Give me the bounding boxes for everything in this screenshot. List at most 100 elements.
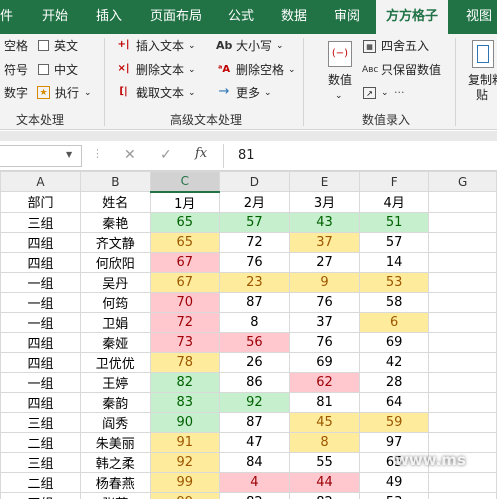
- cell[interactable]: 82: [149, 371, 220, 393]
- cell[interactable]: 84: [218, 451, 290, 473]
- cell[interactable]: 二组: [0, 431, 81, 453]
- cell[interactable]: 67: [149, 271, 220, 293]
- cell[interactable]: 45: [288, 411, 361, 433]
- tab-formulas[interactable]: 公式: [228, 0, 258, 34]
- cell[interactable]: 57: [218, 211, 290, 233]
- cell[interactable]: 8: [218, 311, 290, 333]
- cell[interactable]: 四组: [0, 231, 81, 253]
- cell[interactable]: 99: [149, 471, 220, 493]
- cell[interactable]: [428, 471, 497, 493]
- round-button[interactable]: 四舍五入: [381, 38, 429, 54]
- chevron-down-icon[interactable]: ⌄: [381, 85, 389, 101]
- cell[interactable]: 76: [288, 291, 361, 313]
- cancel-icon[interactable]: ✕: [124, 147, 136, 163]
- chevron-down-icon[interactable]: ⌄: [335, 88, 343, 104]
- cell[interactable]: 四组: [0, 491, 81, 499]
- cell[interactable]: 2月: [218, 191, 290, 213]
- insert-function-icon[interactable]: fx: [195, 146, 207, 161]
- worksheet-grid[interactable]: A B C D E F G 部门 姓名 1月 2月 3月 4月 三组 秦艳 65 57 43 51 四组 齐文静 65 72…: [0, 171, 497, 499]
- tab-home[interactable]: 开始: [42, 0, 72, 34]
- cell[interactable]: 三组: [0, 451, 81, 473]
- cell[interactable]: 82: [288, 491, 361, 499]
- cell[interactable]: 87: [218, 291, 290, 313]
- cell[interactable]: 67: [149, 251, 220, 273]
- cell[interactable]: [428, 311, 497, 333]
- cell[interactable]: [428, 351, 497, 373]
- number-tool-icon[interactable]: ↗: [363, 87, 376, 99]
- cell[interactable]: 86: [218, 371, 290, 393]
- cell[interactable]: 57: [359, 231, 430, 253]
- cell[interactable]: 四组: [0, 251, 81, 273]
- chevron-down-icon[interactable]: ⌄: [288, 62, 296, 78]
- cell[interactable]: 76: [218, 251, 290, 273]
- cell[interactable]: 6: [359, 311, 430, 333]
- tab-file[interactable]: 件: [0, 0, 30, 34]
- cell[interactable]: 92: [149, 451, 220, 473]
- cell[interactable]: 53: [359, 491, 430, 499]
- cell[interactable]: 82: [218, 491, 290, 499]
- number-entry-button[interactable]: 数值: [328, 72, 352, 88]
- cell[interactable]: 四组: [0, 331, 81, 353]
- tab-page-layout[interactable]: 页面布局: [150, 0, 210, 34]
- cell[interactable]: 42: [359, 351, 430, 373]
- cell[interactable]: 87: [218, 411, 290, 433]
- cell[interactable]: 55: [288, 451, 361, 473]
- cell[interactable]: 69: [288, 351, 361, 373]
- cell[interactable]: 三组: [0, 211, 81, 233]
- cell[interactable]: 83: [149, 391, 220, 413]
- chevron-down-icon[interactable]: ⌄: [264, 85, 272, 101]
- cell[interactable]: 王婷: [79, 371, 151, 393]
- formula-input[interactable]: 81: [223, 144, 497, 168]
- cell[interactable]: 阎秀: [79, 411, 151, 433]
- cell[interactable]: 秦娅: [79, 331, 151, 353]
- cell[interactable]: 43: [288, 211, 361, 233]
- cell[interactable]: 姓名: [79, 191, 151, 213]
- cell[interactable]: 二组: [0, 471, 81, 493]
- cell[interactable]: 28: [359, 371, 430, 393]
- cell[interactable]: 69: [359, 331, 430, 353]
- cell[interactable]: 72: [149, 311, 220, 333]
- tab-review[interactable]: 审阅: [334, 0, 364, 34]
- filter-number-label[interactable]: 数字: [4, 85, 28, 101]
- cell[interactable]: 56: [218, 331, 290, 353]
- cell[interactable]: 4月: [359, 191, 430, 213]
- filter-symbol-label[interactable]: 符号: [4, 62, 28, 78]
- cell[interactable]: 76: [288, 331, 361, 353]
- extract-text-button[interactable]: 截取文本: [136, 85, 184, 101]
- cell[interactable]: 四组: [0, 391, 81, 413]
- cell[interactable]: [428, 251, 497, 273]
- cell[interactable]: 99: [149, 491, 220, 499]
- enter-icon[interactable]: ✓: [160, 147, 172, 163]
- cell[interactable]: [428, 331, 497, 353]
- cell[interactable]: 朱美丽: [79, 431, 151, 453]
- cell[interactable]: [428, 491, 497, 499]
- tab-fangfanggezi[interactable]: 方方格子: [376, 0, 448, 34]
- cell[interactable]: 59: [359, 411, 430, 433]
- filter-space-label[interactable]: 空格: [4, 38, 28, 54]
- tab-data[interactable]: 数据: [281, 0, 311, 34]
- cell[interactable]: 37: [288, 311, 361, 333]
- tab-insert[interactable]: 插入: [96, 0, 126, 34]
- cell[interactable]: 72: [218, 231, 290, 253]
- english-checkbox[interactable]: [38, 40, 49, 51]
- cell[interactable]: 65: [149, 231, 220, 253]
- cell[interactable]: 53: [359, 271, 430, 293]
- cell[interactable]: 44: [288, 471, 361, 493]
- cell[interactable]: 何欣阳: [79, 251, 151, 273]
- cell[interactable]: 卫娟: [79, 311, 151, 333]
- chinese-checkbox[interactable]: [38, 64, 49, 75]
- cell[interactable]: 37: [288, 231, 361, 253]
- cell[interactable]: 65: [149, 211, 220, 233]
- chevron-down-icon[interactable]: ⌄: [84, 85, 92, 101]
- cell[interactable]: 78: [149, 351, 220, 373]
- column-header-d[interactable]: D: [218, 171, 290, 192]
- column-header-a[interactable]: A: [0, 171, 81, 192]
- chevron-down-icon[interactable]: ⌄: [188, 85, 196, 101]
- more-options-icon[interactable]: ···: [394, 85, 405, 101]
- cell[interactable]: 1月: [149, 191, 220, 213]
- insert-text-button[interactable]: 插入文本: [136, 38, 184, 54]
- cell[interactable]: 62: [288, 371, 361, 393]
- cell[interactable]: 4: [218, 471, 290, 493]
- cell[interactable]: 26: [218, 351, 290, 373]
- keep-number-button[interactable]: 只保留数值: [381, 62, 441, 78]
